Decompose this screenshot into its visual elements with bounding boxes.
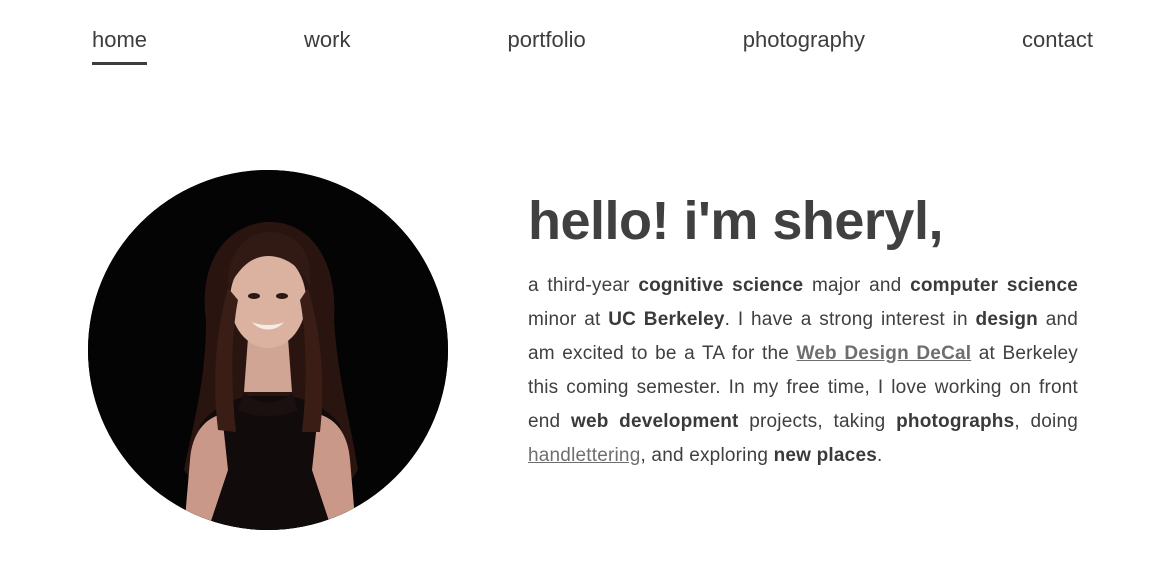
bio-text: , doing bbox=[1014, 411, 1079, 432]
profile-photo bbox=[88, 170, 448, 530]
bio-text: minor at bbox=[528, 309, 609, 330]
bio-paragraph: a third-year cognitive science major and… bbox=[528, 269, 1078, 473]
main-nav: home work portfolio photography contact bbox=[92, 24, 1093, 68]
bio-text: projects, taking bbox=[738, 411, 897, 432]
nav-photography[interactable]: photography bbox=[743, 24, 865, 65]
bio-highlight-cognitive-science: cognitive science bbox=[638, 275, 804, 296]
bio-highlight-photographs: photographs bbox=[896, 411, 1015, 432]
bio-highlight-uc-berkeley: UC Berkeley bbox=[608, 309, 725, 330]
intro-section: hello! i'm sheryl, a third-year cognitiv… bbox=[528, 186, 1078, 473]
nav-portfolio[interactable]: portfolio bbox=[507, 24, 585, 65]
page-title: hello! i'm sheryl, bbox=[528, 191, 943, 251]
handlettering-link[interactable]: handlettering bbox=[528, 445, 640, 466]
bio-text: a third-year bbox=[528, 275, 639, 296]
bio-text: , and exploring bbox=[640, 445, 774, 466]
bio-highlight-computer-science: computer science bbox=[910, 275, 1079, 296]
bio-highlight-design: design bbox=[975, 309, 1038, 330]
nav-contact[interactable]: contact bbox=[1022, 24, 1093, 65]
web-design-decal-link[interactable]: Web Design DeCal bbox=[797, 343, 972, 364]
nav-home[interactable]: home bbox=[92, 24, 148, 65]
bio-text: major and bbox=[803, 275, 911, 296]
bio-highlight-web-development: web development bbox=[570, 411, 739, 432]
nav-work[interactable]: work bbox=[304, 24, 350, 65]
bio-highlight-new-places: new places bbox=[773, 445, 877, 466]
bio-text: . bbox=[876, 445, 883, 466]
bio-text: . I have a strong interest in bbox=[724, 309, 976, 330]
